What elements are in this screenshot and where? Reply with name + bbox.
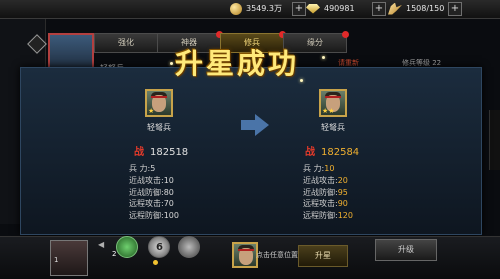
gold-display: 490981 — [306, 2, 355, 16]
tab-strengthen[interactable]: 强化 — [94, 33, 158, 53]
result-title: 升星成功 — [175, 47, 300, 80]
stat-row: 远程攻击:70 — [129, 199, 174, 209]
skill-number: 2 — [112, 250, 117, 258]
power-label: 战 — [305, 147, 315, 158]
skill-icon-sword[interactable] — [178, 236, 200, 258]
unit-name-after: 轻弩兵 — [321, 123, 345, 132]
sparkle-icon — [322, 56, 325, 59]
skill-number: 6 — [156, 242, 163, 253]
side-panel-edge — [489, 110, 500, 170]
stat-row: 近战防御:95 — [303, 187, 348, 197]
unit-portrait-after: ★★ — [319, 89, 347, 117]
arrow-right-icon — [241, 114, 269, 136]
resource-bar: 3549.3万 + 490981 + 1508/150 + — [0, 0, 500, 19]
gold-icon — [306, 3, 320, 14]
power-before: 战 182518 — [134, 143, 188, 158]
upgrade-button[interactable]: 升级 — [375, 239, 437, 261]
stat-row: 近战防御:80 — [129, 187, 174, 197]
coin-icon — [230, 2, 242, 15]
add-gold-button[interactable]: + — [372, 2, 386, 16]
stat-row: 远程防御:100 — [129, 211, 179, 221]
star-icon: ★★ — [322, 107, 335, 115]
coins-value: 3549.3万 — [246, 4, 282, 13]
power-after: 战 182584 — [305, 143, 359, 158]
power-value: 182518 — [150, 147, 189, 158]
stats-before: 兵 力:5 近战攻击:10 近战防御:80 远程攻击:70 远程防御:100 — [129, 163, 179, 222]
stamina-value: 1508/150 — [406, 4, 445, 13]
add-coins-button[interactable]: + — [292, 2, 306, 16]
stat-row: 远程防御:120 — [303, 211, 353, 221]
power-value: 182584 — [321, 147, 360, 158]
sparkle-icon — [170, 62, 173, 65]
stat-row: 近战攻击:10 — [129, 175, 174, 185]
page-indicator-dot — [153, 260, 158, 265]
thumbnail-number: 1 — [54, 256, 59, 264]
gold-value: 490981 — [324, 4, 355, 13]
stats-after: 兵 力:10 近战攻击:20 近战防御:95 远程攻击:90 远程防御:120 — [303, 163, 353, 222]
chevron-left-icon[interactable]: ◀ — [98, 240, 104, 249]
notification-dot — [342, 31, 349, 38]
sparkle-icon — [300, 79, 303, 82]
upstar-result-panel[interactable] — [20, 67, 482, 235]
star-icon: ★ — [148, 107, 155, 115]
stat-row: 兵 力:5 — [129, 164, 156, 173]
stat-row: 近战攻击:20 — [303, 175, 348, 185]
skill-icon-green[interactable] — [116, 236, 138, 258]
unit-icon-bottom[interactable] — [232, 242, 258, 268]
power-label: 战 — [134, 147, 144, 158]
stat-row: 远程攻击:90 — [303, 199, 348, 209]
unit-portrait-before: ★ — [145, 89, 173, 117]
stamina-display: 1508/150 — [388, 2, 444, 16]
wing-icon — [388, 2, 402, 15]
unit-name-before: 轻弩兵 — [147, 123, 171, 132]
coins-display: 3549.3万 — [230, 2, 282, 16]
upstar-button[interactable]: 升星 — [298, 245, 348, 267]
add-stamina-button[interactable]: + — [448, 2, 462, 16]
stat-row: 兵 力:10 — [303, 164, 335, 173]
